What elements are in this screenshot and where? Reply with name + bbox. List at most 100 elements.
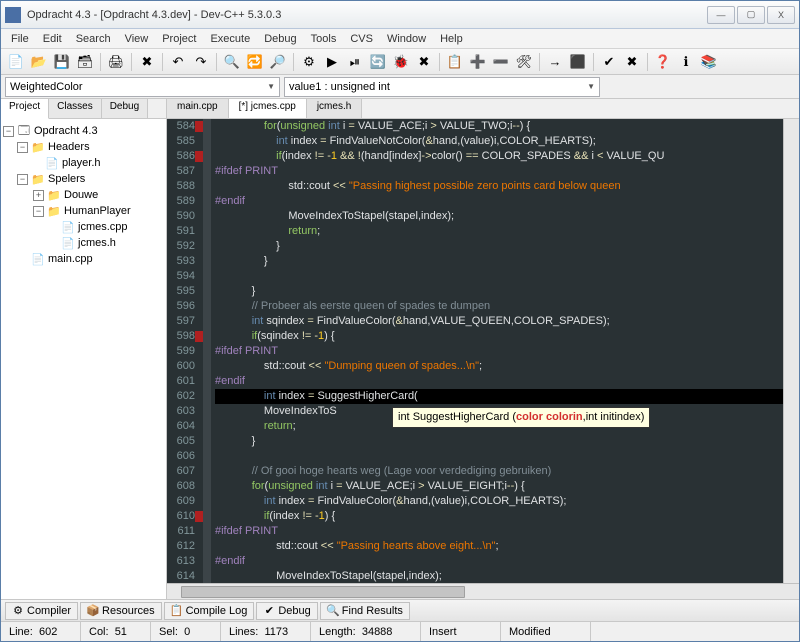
menu-edit[interactable]: Edit bbox=[36, 31, 69, 47]
toolbar-add-button[interactable]: ➕ bbox=[467, 51, 489, 73]
toolbar-new2-button[interactable]: 📋 bbox=[444, 51, 466, 73]
editor-tab[interactable]: main.cpp bbox=[167, 99, 229, 118]
close-button[interactable]: X bbox=[767, 6, 795, 24]
toolbar-help-button[interactable]: ❓ bbox=[652, 51, 674, 73]
toolbar-remove-button[interactable]: ➖ bbox=[490, 51, 512, 73]
toolbar-save-button[interactable]: 💾 bbox=[51, 51, 73, 73]
output-tab-compiler[interactable]: ⚙Compiler bbox=[5, 602, 78, 620]
toolbar-print-button[interactable]: 🖨 bbox=[105, 51, 127, 73]
menu-file[interactable]: File bbox=[4, 31, 36, 47]
folder-icon: 📁 bbox=[47, 188, 61, 202]
toolbar-toggle-button[interactable]: ⬛ bbox=[567, 51, 589, 73]
tree-folder-spelers[interactable]: − 📁 Spelers bbox=[3, 171, 164, 187]
status-modified: Modified bbox=[501, 622, 591, 641]
class-combo[interactable]: WeightedColor ▼ bbox=[5, 77, 280, 97]
folder-icon: 📁 bbox=[47, 204, 61, 218]
editor-tab[interactable]: jcmes.h bbox=[307, 99, 362, 118]
menu-tools[interactable]: Tools bbox=[304, 31, 344, 47]
scrollbar-thumb[interactable] bbox=[181, 586, 465, 598]
class-combo-value: WeightedColor bbox=[10, 81, 83, 93]
tree-file[interactable]: 📄 main.cpp bbox=[3, 251, 164, 267]
toolbar-compilerun-button[interactable]: ⏯ bbox=[344, 51, 366, 73]
expand-icon[interactable]: + bbox=[33, 190, 44, 201]
menu-view[interactable]: View bbox=[118, 31, 156, 47]
collapse-icon[interactable]: − bbox=[33, 206, 44, 217]
toolbar-close-button[interactable]: ✖ bbox=[136, 51, 158, 73]
menu-cvs[interactable]: CVS bbox=[343, 31, 380, 47]
tooltip-text: color bbox=[516, 411, 546, 423]
tab-label: Debug bbox=[278, 605, 310, 617]
editor-tab[interactable]: [*] jcmes.cpp bbox=[229, 99, 307, 118]
tree-label: Opdracht 4.3 bbox=[34, 125, 98, 137]
file-icon: 📄 bbox=[61, 220, 75, 234]
tree-folder-human[interactable]: − 📁 HumanPlayer bbox=[3, 203, 164, 219]
collapse-icon[interactable]: − bbox=[17, 142, 28, 153]
maximize-button[interactable]: ▢ bbox=[737, 6, 765, 24]
status-line: Line: 602 bbox=[1, 622, 81, 641]
tree-file[interactable]: 📄 jcmes.cpp bbox=[3, 219, 164, 235]
tree-label: Douwe bbox=[64, 189, 98, 201]
tab-icon: 📋 bbox=[171, 605, 183, 617]
menu-execute[interactable]: Execute bbox=[203, 31, 257, 47]
status-sel: Sel: 0 bbox=[151, 622, 221, 641]
project-tree[interactable]: − 🗔 Opdracht 4.3 − 📁 Headers 📄 player.h … bbox=[1, 119, 166, 599]
tree-folder-headers[interactable]: − 📁 Headers bbox=[3, 139, 164, 155]
tree-root[interactable]: − 🗔 Opdracht 4.3 bbox=[3, 123, 164, 139]
menu-window[interactable]: Window bbox=[380, 31, 433, 47]
file-icon: 📄 bbox=[45, 156, 59, 170]
panel-tab-debug[interactable]: Debug bbox=[102, 99, 148, 118]
output-tab-find-results[interactable]: 🔍Find Results bbox=[320, 602, 410, 620]
toolbar-open-button[interactable]: 📂 bbox=[28, 51, 50, 73]
tree-label: jcmes.h bbox=[78, 237, 116, 249]
panel-tab-project[interactable]: Project bbox=[1, 99, 49, 119]
menu-debug[interactable]: Debug bbox=[257, 31, 303, 47]
toolbar-options-button[interactable]: 🛠 bbox=[513, 51, 535, 73]
code-content[interactable]: for(unsigned int i = VALUE_ACE;i > VALUE… bbox=[211, 119, 783, 583]
menubar: FileEditSearchViewProjectExecuteDebugToo… bbox=[1, 29, 799, 49]
tab-icon: ⚙ bbox=[12, 605, 24, 617]
toolbar-saveall-button[interactable]: 🗃 bbox=[74, 51, 96, 73]
tab-icon: ✔ bbox=[263, 605, 275, 617]
panel-tab-classes[interactable]: Classes bbox=[49, 99, 102, 118]
toolbar-debug-button[interactable]: 🐞 bbox=[390, 51, 412, 73]
editor-area: main.cpp[*] jcmes.cppjcmes.h 58458558658… bbox=[167, 99, 799, 599]
toolbar-about-button[interactable]: ℹ bbox=[675, 51, 697, 73]
toolbar-redo-button[interactable]: ↷ bbox=[190, 51, 212, 73]
menu-help[interactable]: Help bbox=[433, 31, 470, 47]
project-panel: ProjectClassesDebug − 🗔 Opdracht 4.3 − 📁… bbox=[1, 99, 167, 599]
toolbar-check-button[interactable]: ✔ bbox=[598, 51, 620, 73]
member-combo[interactable]: value1 : unsigned int ▼ bbox=[284, 77, 600, 97]
code-editor[interactable]: 5845855865875885895905915925935945955965… bbox=[167, 119, 799, 583]
toolbar-stop-button[interactable]: ✖ bbox=[413, 51, 435, 73]
tree-label: Headers bbox=[48, 141, 90, 153]
editor-tabs: main.cpp[*] jcmes.cppjcmes.h bbox=[167, 99, 799, 119]
output-tab-debug[interactable]: ✔Debug bbox=[256, 602, 317, 620]
toolbar-rebuild-button[interactable]: 🔄 bbox=[367, 51, 389, 73]
menu-project[interactable]: Project bbox=[155, 31, 203, 47]
toolbar-book-button[interactable]: 📚 bbox=[698, 51, 720, 73]
tree-file[interactable]: 📄 player.h bbox=[3, 155, 164, 171]
toolbar-new-button[interactable]: 📄 bbox=[5, 51, 27, 73]
app-icon bbox=[5, 7, 21, 23]
toolbar-compile-button[interactable]: ⚙ bbox=[298, 51, 320, 73]
vertical-scrollbar[interactable] bbox=[783, 119, 799, 583]
chevron-down-icon: ▼ bbox=[267, 82, 275, 91]
toolbar-undo-button[interactable]: ↶ bbox=[167, 51, 189, 73]
collapse-icon[interactable]: − bbox=[17, 174, 28, 185]
tree-folder-douwe[interactable]: + 📁 Douwe bbox=[3, 187, 164, 203]
output-tab-resources[interactable]: 📦Resources bbox=[80, 602, 162, 620]
toolbar-x-button[interactable]: ✖ bbox=[621, 51, 643, 73]
minimize-button[interactable]: — bbox=[707, 6, 735, 24]
horizontal-scrollbar[interactable] bbox=[167, 583, 799, 599]
folder-icon: 📁 bbox=[31, 172, 45, 186]
output-tab-compile-log[interactable]: 📋Compile Log bbox=[164, 602, 255, 620]
collapse-icon[interactable]: − bbox=[3, 126, 14, 137]
toolbar-run-button[interactable]: ▶ bbox=[321, 51, 343, 73]
menu-search[interactable]: Search bbox=[69, 31, 118, 47]
toolbar-goto-button[interactable]: → bbox=[544, 51, 566, 73]
toolbar-findagain-button[interactable]: 🔎 bbox=[267, 51, 289, 73]
file-icon: 📄 bbox=[31, 252, 45, 266]
toolbar-find-button[interactable]: 🔍 bbox=[221, 51, 243, 73]
toolbar-replace-button[interactable]: 🔁 bbox=[244, 51, 266, 73]
tree-file[interactable]: 📄 jcmes.h bbox=[3, 235, 164, 251]
